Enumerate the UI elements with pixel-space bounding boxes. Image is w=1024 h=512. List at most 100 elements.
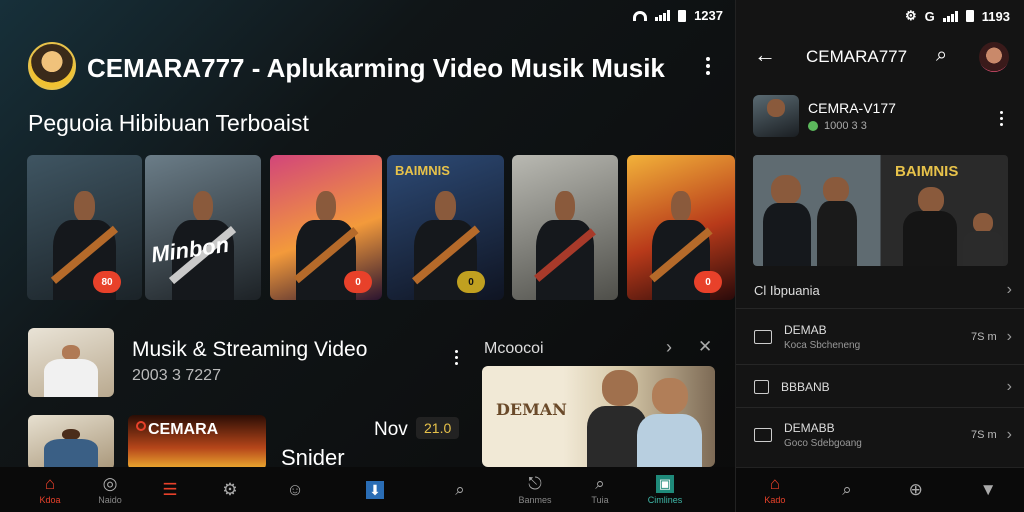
nav-zoom[interactable]: ⊕ [909, 481, 923, 499]
main-screen: 1237 CEMARA777 - Aplukarming Video Musik… [0, 0, 735, 512]
list-item[interactable]: DEMABB Goco Sdebgoang 7S m › [754, 420, 1012, 450]
list-item[interactable]: Cl Ibpuania › [754, 280, 1012, 300]
user-avatar[interactable] [979, 42, 1009, 72]
list-item-icon [754, 428, 772, 442]
search-icon: ⌕ [455, 479, 465, 499]
video-thumbnail[interactable]: Minbon [145, 155, 261, 300]
alarm-icon: ⚙ [905, 8, 917, 23]
verified-icon [808, 121, 818, 131]
list-item-meta: 7S m [970, 331, 997, 343]
thumbnail-text: BAIMNIS [395, 163, 450, 178]
status-bar: 1237 [633, 8, 723, 23]
nav-download[interactable]: ⬇ [330, 480, 420, 499]
nav-search[interactable]: ⌕ [420, 479, 500, 499]
video-thumbnail[interactable]: BAIMNIS 0 [387, 155, 504, 300]
chevron-right-icon[interactable]: › [666, 337, 672, 358]
channel-banner[interactable]: BAIMNIS [753, 155, 1008, 266]
status-time: 1193 [981, 8, 1010, 24]
video-thumbnail[interactable]: 0 [627, 155, 735, 300]
more-options-icon[interactable] [700, 57, 716, 75]
sync-icon: G [924, 8, 935, 24]
list-item[interactable]: BBBANB › [754, 377, 1012, 397]
search-icon[interactable]: ⌕ [936, 44, 947, 67]
zoom-icon: ⊕ [908, 480, 923, 499]
suggested-video[interactable]: DEMAN [482, 366, 715, 467]
nav-library[interactable]: ▣ Cimlines [630, 474, 700, 505]
share-icon: ⎋ [528, 473, 542, 493]
nav-share[interactable]: ⎋ Banmes [500, 473, 570, 505]
video-title[interactable]: Musik & Streaming Video [132, 338, 367, 362]
nav-search[interactable]: ⌕ [842, 481, 852, 499]
status-bar: ⚙ G 1193 [905, 8, 1010, 24]
channel-title: CEMARA777 - Aplukarming Video Musik Musi… [87, 53, 665, 83]
video-more-icon[interactable] [448, 350, 464, 365]
menu-icon: ☰ [162, 479, 178, 499]
chevron-right-icon: › [1006, 328, 1012, 345]
header-title: CEMARA777 [806, 47, 908, 66]
more-options-icon[interactable] [993, 111, 1009, 126]
suggest-panel-title: Mcoocoi [484, 340, 544, 357]
video-thumbnail[interactable]: 0 [270, 155, 382, 300]
home-icon: ⌂ [769, 474, 781, 493]
library-icon: ▣ [655, 474, 675, 493]
nav-explore[interactable]: ◎ Naido [80, 473, 140, 505]
home-icon: ⌂ [44, 473, 56, 493]
banner-text: BAIMNIS [895, 163, 959, 180]
library-icon: ▼ [979, 480, 997, 499]
list-item-icon [754, 380, 769, 394]
thumbnail-badge: 0 [457, 271, 485, 293]
channel-name: CEMRA-V177 [808, 100, 896, 116]
nav-home[interactable]: ⌂ Kdoa [20, 473, 80, 505]
video-thumbnail[interactable] [512, 155, 618, 300]
list-item-meta: 7S m [970, 429, 997, 441]
poster-text: DEMAN [496, 400, 567, 419]
download-icon: ⬇ [366, 480, 384, 499]
video-tag-badge: 21.0 [416, 417, 460, 439]
bottom-nav: ⌂ Kdoa ◎ Naido ☰ ⚙ ☺ ⬇ ⌕ ⎋ Banmes ⌕ Tuia [0, 467, 735, 512]
channel-avatar[interactable] [28, 42, 76, 90]
thumbnail-banner: CEMARA [148, 421, 219, 438]
list-item-label: Cl Ibpuania [754, 282, 820, 298]
side-screen: ⚙ G 1193 ← CEMARA777 ⌕ CEMRA-V177 1000 3… [735, 0, 1024, 512]
signal-icon [942, 10, 958, 22]
video-tag: Nov [374, 419, 408, 440]
profile-icon: ☺ [286, 479, 304, 499]
list-item[interactable]: DEMAB Koca Sbcheneng 7S m › [754, 322, 1012, 352]
nav-library[interactable]: ▼ [980, 481, 997, 499]
search-icon: ⌕ [842, 480, 852, 499]
chevron-right-icon: › [1006, 426, 1012, 443]
back-arrow-icon[interactable]: ← [754, 42, 776, 68]
battery-icon [965, 10, 974, 22]
video-thumbnail[interactable]: 80 [27, 155, 142, 300]
list-item-label: DEMAB [784, 323, 827, 337]
wifi-icon [633, 10, 648, 21]
close-icon[interactable]: ✕ [698, 337, 712, 357]
explore-icon: ◎ [102, 473, 118, 493]
list-item-icon [754, 330, 772, 344]
list-item-label: DEMABB [784, 421, 835, 435]
list-item-sub: Koca Sbcheneng [784, 340, 861, 351]
thumbnail-badge: 0 [694, 271, 722, 293]
signal-icon [655, 10, 671, 21]
channel-thumbnail[interactable] [753, 95, 799, 137]
list-item-sub: Goco Sdebgoang [784, 438, 862, 449]
channel-sub: 1000 3 3 [824, 120, 867, 132]
thumbnail-badge: 80 [93, 271, 121, 293]
list-item-label: BBBANB [781, 380, 830, 394]
video-thumbnail[interactable]: CEMARA [128, 415, 266, 470]
nav-settings[interactable]: ⚙ [200, 479, 260, 499]
nav-search-2[interactable]: ⌕ Tuia [570, 473, 630, 505]
nav-home[interactable]: ⌂ Kado [764, 474, 785, 506]
battery-icon [678, 9, 687, 22]
thumbnail-badge: 0 [344, 271, 372, 293]
nav-menu[interactable]: ☰ [140, 479, 200, 499]
nav-profile[interactable]: ☺ [260, 479, 330, 499]
chevron-right-icon: › [1006, 378, 1012, 395]
settings-icon: ⚙ [222, 479, 238, 499]
video-thumbnail[interactable] [28, 415, 114, 470]
status-time: 1237 [694, 8, 723, 23]
video-meta: 2003 3 7227 [132, 367, 221, 384]
video-thumbnail[interactable] [28, 328, 114, 397]
chevron-right-icon: › [1006, 281, 1012, 298]
search-icon: ⌕ [595, 473, 605, 493]
